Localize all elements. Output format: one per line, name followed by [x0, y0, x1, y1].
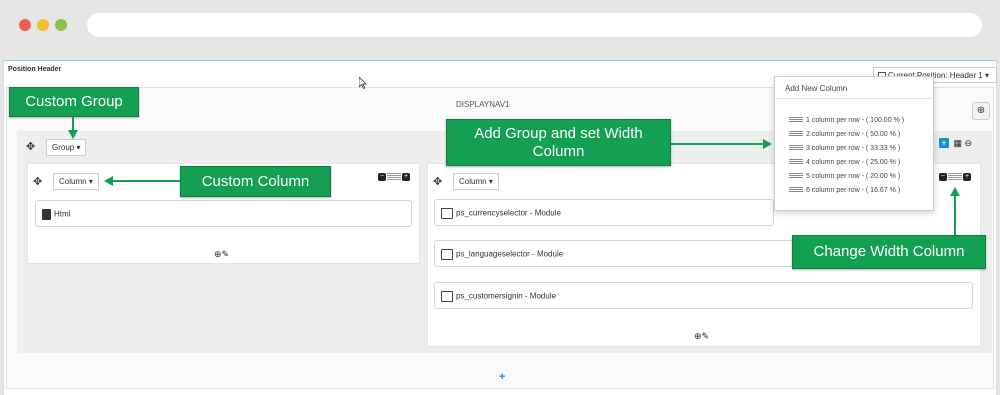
add-group-bottom-icon[interactable]: +	[499, 371, 505, 383]
callout-arrows	[68, 117, 960, 235]
arrowhead-add-group	[763, 139, 772, 149]
arrowhead-change-width	[950, 187, 960, 196]
browser-window: Position Header Current Position: Header…	[0, 0, 1000, 395]
arrowhead-custom-column	[104, 176, 113, 186]
mouse-cursor-icon	[359, 77, 367, 89]
arrowhead-custom-group	[68, 130, 78, 139]
